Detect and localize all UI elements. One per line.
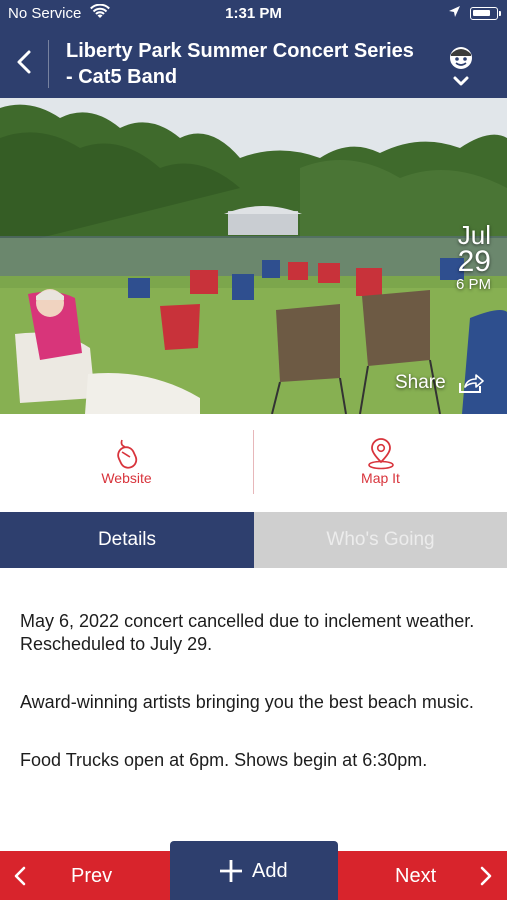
plus-icon bbox=[218, 858, 244, 890]
details-paragraph: Award-winning artists bringing you the b… bbox=[20, 692, 474, 712]
back-button[interactable] bbox=[10, 44, 40, 80]
event-time: 6 PM bbox=[455, 276, 491, 293]
event-day: 29 bbox=[457, 245, 491, 278]
next-label: Next bbox=[395, 865, 437, 887]
concert-crowd-illustration bbox=[0, 98, 507, 414]
event-date-badge: Jul 29 6 PM bbox=[456, 222, 491, 294]
tab-whos-going[interactable]: Who's Going bbox=[254, 512, 507, 568]
share-arrow-icon bbox=[458, 374, 484, 393]
chevron-right-icon bbox=[478, 865, 494, 893]
map-it-label: Map It bbox=[361, 470, 400, 486]
prev-label: Prev bbox=[71, 865, 113, 887]
share-button[interactable]: Share bbox=[395, 372, 484, 394]
tab-details[interactable]: Details bbox=[0, 512, 254, 568]
action-divider bbox=[253, 430, 254, 494]
prev-button[interactable]: Prev bbox=[0, 851, 170, 900]
mascot-icon bbox=[450, 47, 472, 86]
app-header: No Service 1:31 PM Liberty Park Summer C… bbox=[0, 0, 507, 98]
status-time: 1:31 PM bbox=[225, 5, 282, 22]
add-button[interactable]: Add bbox=[170, 841, 338, 900]
add-label: Add bbox=[252, 860, 288, 882]
battery-icon bbox=[470, 7, 501, 20]
event-photo: Jul 29 6 PM bbox=[0, 98, 507, 414]
details-paragraph: Food Trucks open at 6pm. Shows begin at … bbox=[20, 750, 428, 770]
next-button[interactable]: Next bbox=[338, 851, 507, 900]
share-label: Share bbox=[395, 372, 446, 393]
website-button[interactable]: Website bbox=[0, 414, 253, 512]
chevron-left-icon bbox=[12, 865, 28, 893]
page-title: Liberty Park Summer Concert Series - Cat… bbox=[66, 40, 414, 88]
details-paragraph: May 6, 2022 concert cancelled due to inc… bbox=[20, 611, 475, 654]
location-arrow-icon bbox=[448, 5, 461, 22]
mascot-menu-button[interactable] bbox=[444, 42, 478, 88]
details-content: May 6, 2022 concert cancelled due to inc… bbox=[20, 610, 490, 807]
chevron-left-icon bbox=[17, 50, 31, 74]
map-it-button[interactable]: Map It bbox=[254, 414, 507, 512]
website-label: Website bbox=[101, 470, 152, 486]
map-pin-icon bbox=[254, 436, 507, 470]
tab-bar: Details Who's Going bbox=[0, 512, 507, 568]
mouse-icon bbox=[0, 436, 253, 470]
header-divider bbox=[48, 40, 49, 88]
status-bar: No Service 1:31 PM bbox=[0, 0, 507, 28]
